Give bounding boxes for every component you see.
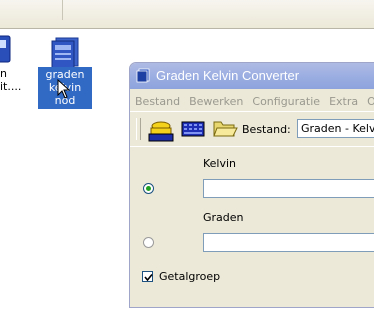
background-window-top bbox=[0, 0, 374, 29]
mouse-pointer-icon bbox=[57, 78, 71, 102]
converter-panel: Kelvin Graden Getalgroep bbox=[130, 146, 374, 307]
checkmark-icon bbox=[144, 273, 153, 282]
getalgroep-checkbox[interactable] bbox=[142, 271, 153, 282]
save-icon[interactable] bbox=[147, 118, 175, 145]
window-title: Graden Kelvin Converter bbox=[156, 68, 300, 83]
menu-bewerken[interactable]: Bewerken bbox=[184, 89, 247, 108]
radio-selected-dot bbox=[146, 186, 151, 191]
menu-bestand[interactable]: Bestand bbox=[130, 89, 184, 108]
menu-over[interactable]: Over bbox=[362, 89, 374, 108]
graden-label: Graden bbox=[203, 211, 244, 224]
menu-bar: BestandBewerkenConfiguratieExtraOver bbox=[130, 89, 374, 111]
open-folder-icon[interactable] bbox=[212, 117, 238, 142]
getalgroep-label: Getalgroep bbox=[159, 270, 221, 283]
kelvin-app-icon[interactable] bbox=[48, 36, 82, 70]
converter-window: Graden Kelvin Converter Bestand Bewerken C… bbox=[129, 62, 374, 308]
menu-extra[interactable]: Extra bbox=[324, 89, 362, 108]
kelvin-label: Kelvin bbox=[203, 157, 237, 170]
graden-input[interactable] bbox=[203, 233, 374, 252]
keyboard-icon[interactable] bbox=[181, 121, 205, 140]
kelvin-input[interactable] bbox=[203, 179, 374, 198]
graden-radio[interactable] bbox=[143, 237, 154, 248]
kelvin-radio[interactable] bbox=[143, 183, 154, 194]
menu-configuratie[interactable]: Configuratie bbox=[247, 89, 324, 108]
bestand-label: Bestand: bbox=[242, 123, 291, 136]
app-icon bbox=[136, 68, 151, 83]
toolbar-grip[interactable] bbox=[136, 118, 141, 140]
toolbar-separator bbox=[62, 0, 63, 20]
desktop-file-icon[interactable] bbox=[0, 34, 26, 64]
conversion-combo[interactable]: Graden - Kelvin bbox=[297, 119, 374, 138]
desktop-icon-label[interactable]: n it.... bbox=[0, 67, 21, 93]
title-bar[interactable]: Graden Kelvin Converter bbox=[130, 63, 374, 89]
toolbar: Bestand: Graden - Kelvin bbox=[130, 111, 374, 147]
